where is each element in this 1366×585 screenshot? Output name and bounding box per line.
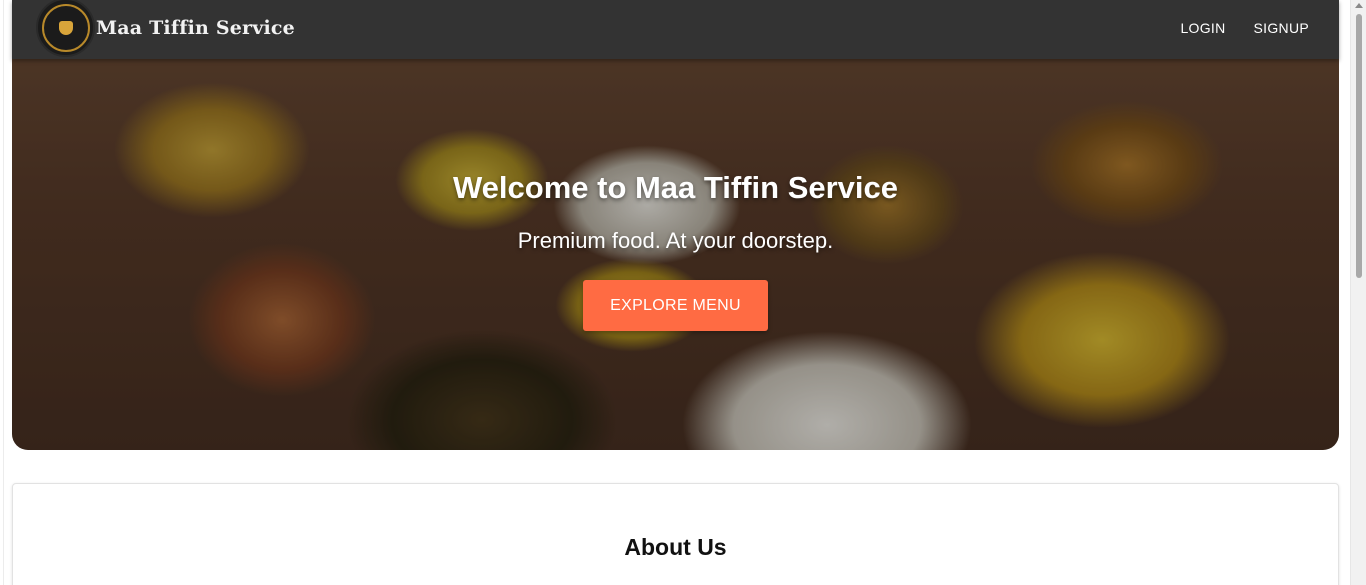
brand-logo-icon[interactable] (36, 0, 95, 57)
scroll-thumb[interactable] (1356, 14, 1362, 278)
hero-banner: Welcome to Maa Tiffin Service Premium fo… (12, 40, 1339, 450)
hero-content: Welcome to Maa Tiffin Service Premium fo… (12, 170, 1339, 331)
scroll-up-icon[interactable] (1355, 3, 1363, 8)
hero-title: Welcome to Maa Tiffin Service (452, 170, 899, 205)
page: Welcome to Maa Tiffin Service Premium fo… (0, 0, 1366, 585)
about-title: About Us (624, 534, 727, 560)
navbar: Maa Tiffin Service LOGIN SIGNUP (12, 0, 1339, 59)
login-link[interactable]: LOGIN (1166, 14, 1239, 42)
signup-link[interactable]: SIGNUP (1240, 14, 1323, 42)
about-section: About Us (12, 483, 1339, 585)
nav-links: LOGIN SIGNUP (1166, 0, 1323, 55)
hero-subtitle: Premium food. At your doorstep. (517, 228, 834, 253)
page-scrollbar[interactable] (1350, 0, 1366, 585)
explore-menu-button[interactable]: EXPLORE MENU (583, 280, 768, 331)
tiffin-pot-icon (58, 20, 73, 35)
brand-name[interactable]: Maa Tiffin Service (96, 17, 295, 39)
logo-ring (41, 3, 90, 52)
page-edge (3, 0, 4, 585)
